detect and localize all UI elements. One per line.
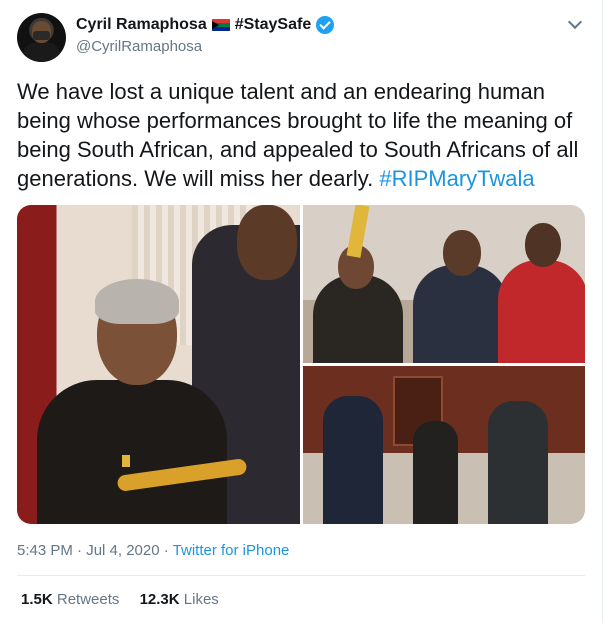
- likes-count: 12.3K: [139, 591, 180, 608]
- source-link[interactable]: Twitter for iPhone: [173, 542, 290, 559]
- tweet-card: Cyril Ramaphosa #StaySafe @CyrilRamaphos…: [0, 0, 603, 623]
- photo-1[interactable]: [17, 205, 300, 524]
- meta-separator: ·: [159, 542, 173, 559]
- retweets-count: 1.5K: [21, 591, 53, 608]
- photo-2[interactable]: [303, 205, 585, 363]
- author-name-row[interactable]: Cyril Ramaphosa #StaySafe: [76, 16, 335, 34]
- likes-stat[interactable]: 12.3K Likes: [140, 591, 219, 608]
- media-grid: [17, 205, 585, 524]
- author-badge-text: #StaySafe: [234, 16, 312, 33]
- photo-3[interactable]: [303, 366, 585, 524]
- likes-label: Likes: [183, 591, 219, 608]
- divider: [17, 575, 585, 576]
- verified-icon: [316, 16, 335, 34]
- hashtag-link[interactable]: #RIPMaryTwala: [379, 166, 534, 191]
- author-display-name[interactable]: Cyril Ramaphosa: [76, 16, 207, 34]
- author-handle[interactable]: @CyrilRamaphosa: [76, 38, 202, 55]
- tweet-text: We have lost a unique talent and an ende…: [17, 77, 587, 193]
- avatar-figure: [23, 42, 60, 62]
- retweets-stat[interactable]: 1.5K Retweets: [21, 591, 119, 608]
- tweet-meta: 5:43 PM · Jul 4, 2020 · Twitter for iPho…: [17, 542, 289, 559]
- timestamp[interactable]: 5:43 PM · Jul 4, 2020: [17, 542, 160, 559]
- tweet-stats: 1.5K Retweets 12.3K Likes: [21, 591, 235, 608]
- sa-flag-icon: [211, 19, 230, 31]
- chevron-down-icon[interactable]: [566, 15, 584, 33]
- avatar-mask: [33, 31, 50, 40]
- avatar[interactable]: [17, 13, 66, 62]
- retweets-label: Retweets: [56, 591, 120, 608]
